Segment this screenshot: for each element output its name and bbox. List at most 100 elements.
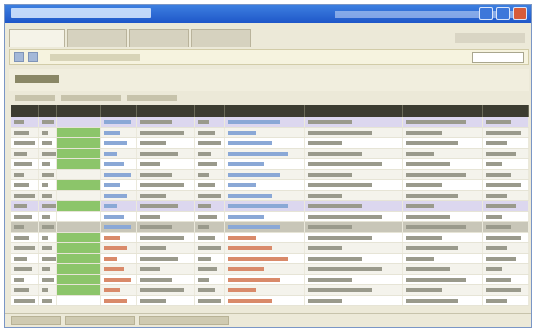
toolbar (9, 49, 529, 65)
table-cell (57, 201, 101, 211)
table-cell (305, 117, 403, 127)
table-cell (195, 243, 225, 253)
table-row[interactable] (11, 232, 529, 243)
toolbar-button-1[interactable] (14, 52, 24, 62)
status-item-2 (65, 316, 135, 325)
table-cell (483, 264, 529, 274)
window-title (11, 8, 151, 18)
table-cell (137, 264, 195, 274)
table-cell (57, 274, 101, 284)
tab-4[interactable] (191, 29, 251, 47)
column-header-4[interactable] (101, 105, 137, 117)
table-cell (57, 190, 101, 200)
table-cell (137, 211, 195, 221)
table-row[interactable] (11, 264, 529, 275)
table-row[interactable] (11, 243, 529, 254)
table-cell (57, 264, 101, 274)
window-controls (479, 7, 527, 20)
tab-2[interactable] (67, 29, 127, 47)
table-cell (39, 243, 57, 253)
table-row[interactable] (11, 127, 529, 138)
title-bar[interactable] (5, 5, 531, 23)
table-cell (483, 180, 529, 190)
column-header-1[interactable] (11, 105, 39, 117)
table-row[interactable] (11, 211, 529, 222)
column-header-6[interactable] (195, 105, 225, 117)
table-cell (403, 190, 483, 200)
table-cell (57, 138, 101, 148)
table-row[interactable] (11, 180, 529, 191)
table-cell (137, 180, 195, 190)
table-row[interactable] (11, 190, 529, 201)
table-cell (403, 117, 483, 127)
table-cell (305, 159, 403, 169)
table-cell (483, 169, 529, 179)
table-cell (11, 222, 39, 232)
column-header-9[interactable] (403, 105, 483, 117)
table-cell (225, 117, 305, 127)
table-row[interactable] (11, 148, 529, 159)
column-header-10[interactable] (483, 105, 529, 117)
table-cell (483, 274, 529, 284)
table-cell (195, 264, 225, 274)
table-cell (305, 264, 403, 274)
table-cell (225, 264, 305, 274)
table-cell (483, 222, 529, 232)
table-cell (403, 138, 483, 148)
column-header-2[interactable] (39, 105, 57, 117)
table-row[interactable] (11, 295, 529, 306)
tab-3[interactable] (129, 29, 189, 47)
table-row[interactable] (11, 117, 529, 128)
table-row[interactable] (11, 201, 529, 212)
column-header-5[interactable] (137, 105, 195, 117)
table-row[interactable] (11, 253, 529, 264)
table-cell (137, 295, 195, 305)
grid-body (11, 117, 529, 306)
table-cell (305, 190, 403, 200)
table-cell (483, 285, 529, 295)
table-cell (195, 211, 225, 221)
tab-strip (9, 29, 251, 47)
table-row[interactable] (11, 169, 529, 180)
table-cell (403, 180, 483, 190)
table-cell (39, 232, 57, 242)
table-cell (11, 159, 39, 169)
table-cell (11, 117, 39, 127)
table-cell (225, 127, 305, 137)
table-cell (57, 295, 101, 305)
table-cell (39, 127, 57, 137)
table-cell (137, 117, 195, 127)
table-cell (11, 148, 39, 158)
minimize-icon[interactable] (479, 7, 493, 20)
table-cell (57, 169, 101, 179)
table-row[interactable] (11, 159, 529, 170)
table-cell (195, 295, 225, 305)
toolbar-button-2[interactable] (28, 52, 38, 62)
table-cell (137, 148, 195, 158)
table-cell (483, 211, 529, 221)
column-header-7[interactable] (225, 105, 305, 117)
close-icon[interactable] (513, 7, 527, 20)
table-cell (483, 190, 529, 200)
maximize-icon[interactable] (496, 7, 510, 20)
table-cell (483, 138, 529, 148)
table-row[interactable] (11, 274, 529, 285)
table-row[interactable] (11, 285, 529, 296)
table-cell (11, 127, 39, 137)
table-cell (225, 180, 305, 190)
table-row[interactable] (11, 138, 529, 149)
table-cell (403, 148, 483, 158)
table-cell (101, 159, 137, 169)
table-cell (57, 211, 101, 221)
table-cell (11, 169, 39, 179)
table-row[interactable] (11, 222, 529, 233)
column-header-8[interactable] (305, 105, 403, 117)
column-header-3[interactable] (57, 105, 101, 117)
table-cell (101, 117, 137, 127)
tab-active[interactable] (9, 29, 65, 47)
table-cell (11, 285, 39, 295)
table-cell (195, 127, 225, 137)
search-input[interactable] (472, 52, 524, 63)
table-cell (57, 127, 101, 137)
table-cell (39, 180, 57, 190)
